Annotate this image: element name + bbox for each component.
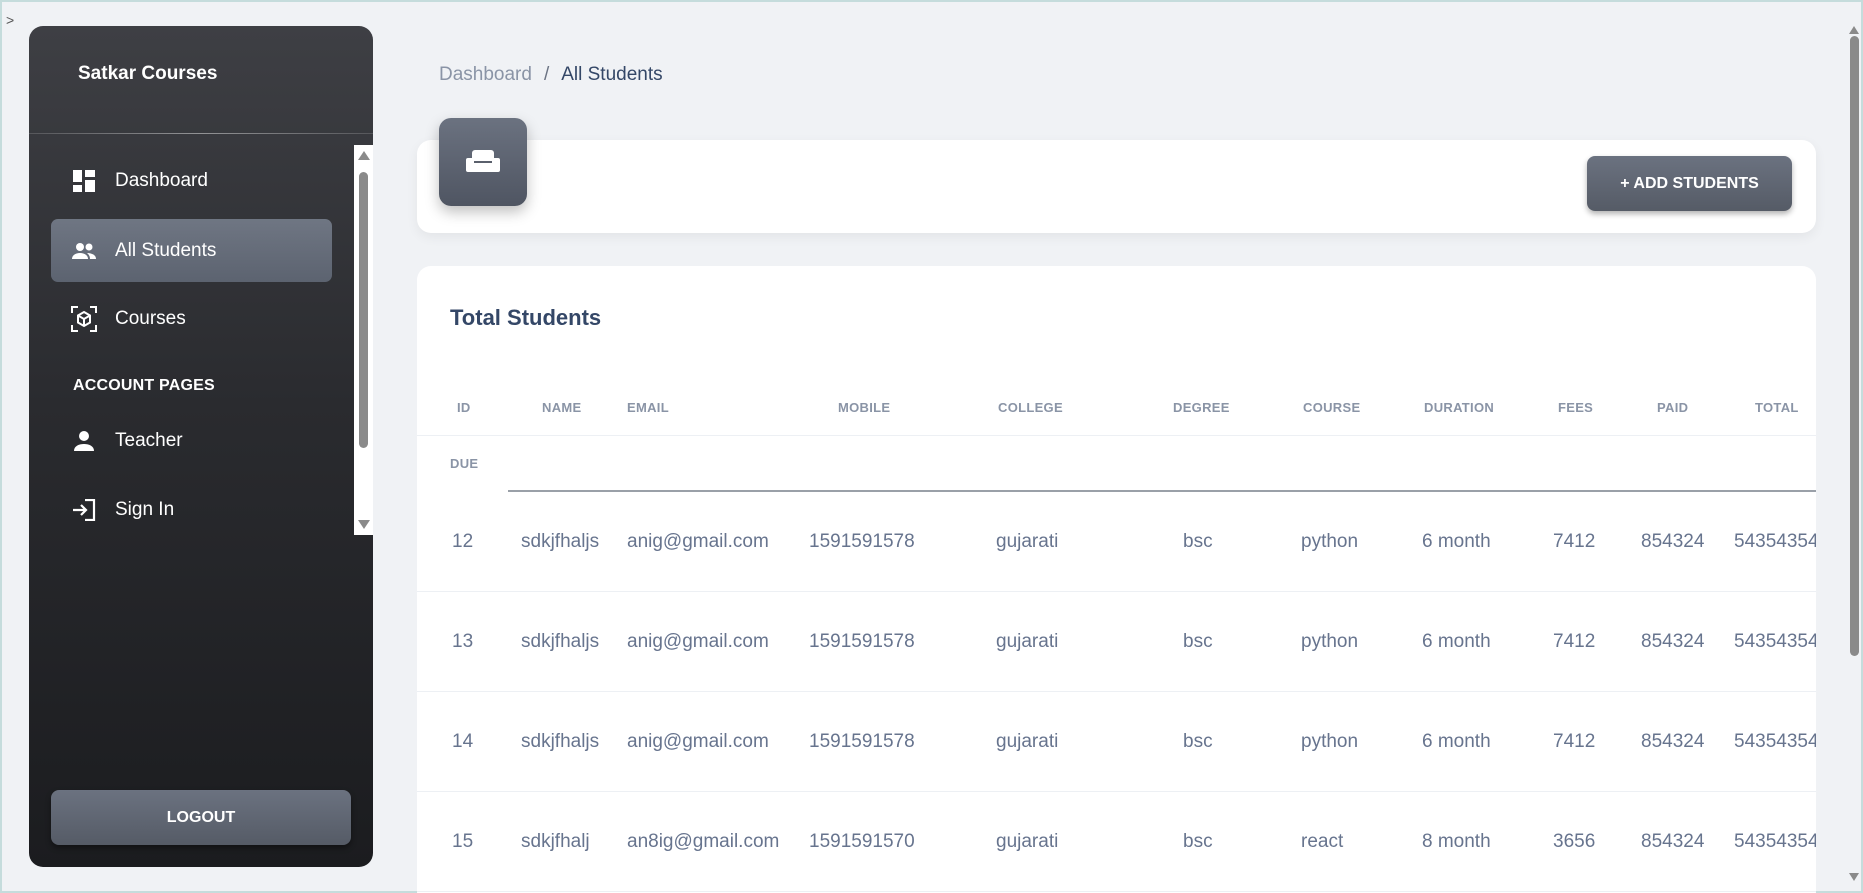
sidebar: Satkar Courses Dashboard All Students Co…	[29, 26, 373, 867]
column-header-duration: DURATION	[1424, 400, 1495, 415]
dashboard-icon	[71, 168, 97, 194]
cell-total: 54354354	[1734, 730, 1816, 752]
cell-id: 14	[452, 730, 474, 752]
corner-marker: >	[6, 12, 15, 28]
cell-mobile: 1591591578	[809, 730, 915, 752]
column-header-email: EMAIL	[627, 400, 669, 415]
cell-fees: 3656	[1553, 830, 1596, 852]
header-divider	[417, 435, 1816, 436]
column-header-course: COURSE	[1303, 400, 1361, 415]
column-header-college: COLLEGE	[998, 400, 1063, 415]
cell-degree: bsc	[1183, 830, 1213, 852]
sidebar-item-label: Sign In	[115, 498, 175, 520]
sidebar-item-dashboard[interactable]: Dashboard	[51, 149, 332, 212]
scrollbar-thumb[interactable]	[359, 172, 368, 448]
column-header-degree: DEGREE	[1173, 400, 1230, 415]
cell-mobile: 1591591570	[809, 830, 915, 852]
cell-duration: 6 month	[1422, 730, 1491, 752]
sidebar-item-label: Teacher	[115, 429, 183, 451]
cell-id: 12	[452, 530, 474, 552]
sidebar-scrollbar[interactable]	[354, 145, 373, 535]
column-header-name: NAME	[542, 400, 582, 415]
cell-college: gujarati	[996, 630, 1059, 652]
column-header-paid: PAID	[1657, 400, 1689, 415]
cell-email: anig@gmail.com	[627, 530, 769, 552]
cell-college: gujarati	[996, 830, 1059, 852]
section-title: ACCOUNT PAGES	[73, 377, 215, 394]
sidebar-item-label: Courses	[115, 307, 186, 329]
table-row[interactable]: 14 sdkjfhaljs anig@gmail.com 1591591578 …	[417, 692, 1816, 792]
sidebar-divider	[29, 133, 373, 134]
breadcrumb: Dashboard / All Students	[439, 64, 663, 86]
column-header-total: TOTAL	[1755, 400, 1799, 415]
sidebar-item-sign-in[interactable]: Sign In	[51, 478, 332, 541]
cell-degree: bsc	[1183, 730, 1213, 752]
cell-fees: 7412	[1553, 730, 1596, 752]
cell-fees: 7412	[1553, 530, 1596, 552]
table-title: Total Students	[450, 305, 602, 330]
people-icon	[71, 238, 97, 264]
column-header-id: ID	[457, 400, 471, 415]
cell-mobile: 1591591578	[809, 630, 915, 652]
sidebar-item-all-students[interactable]: All Students	[51, 219, 332, 282]
login-icon	[71, 497, 97, 523]
cube-icon	[71, 305, 97, 332]
couch-icon	[439, 118, 527, 206]
column-header-mobile: MOBILE	[838, 400, 891, 415]
cell-course: react	[1301, 830, 1344, 852]
cell-total: 54354354	[1734, 630, 1816, 652]
cell-duration: 8 month	[1422, 830, 1491, 852]
scroll-up-icon[interactable]	[1849, 26, 1859, 34]
cell-name: sdkjfhaljs	[521, 530, 600, 552]
cell-total: 54354354	[1734, 830, 1816, 852]
cell-fees: 7412	[1553, 630, 1596, 652]
breadcrumb-dashboard-link[interactable]: Dashboard	[439, 64, 532, 86]
cell-id: 13	[452, 630, 474, 652]
logout-button[interactable]: LOGOUT	[51, 790, 351, 845]
column-header-fees: FEES	[1558, 400, 1594, 415]
page-scrollbar[interactable]	[1847, 26, 1861, 881]
cell-email: anig@gmail.com	[627, 630, 769, 652]
cell-paid: 854324	[1641, 630, 1705, 652]
scroll-down-icon[interactable]	[358, 520, 370, 529]
cell-course: python	[1301, 730, 1359, 752]
column-header-due: DUE	[450, 456, 479, 471]
table-row[interactable]: 15 sdkjfhalj an8ig@gmail.com 1591591570 …	[417, 792, 1816, 892]
cell-college: gujarati	[996, 530, 1059, 552]
cell-name: sdkjfhaljs	[521, 730, 600, 752]
table-row[interactable]: 12 sdkjfhaljs anig@gmail.com 1591591578 …	[417, 492, 1816, 592]
cell-email: an8ig@gmail.com	[627, 830, 780, 852]
cell-id: 15	[452, 830, 474, 852]
add-students-button[interactable]: + ADD STUDENTS	[1587, 156, 1792, 211]
students-table-card: Total Students ID NAME EMAIL MOBILE COLL…	[417, 266, 1816, 893]
cell-degree: bsc	[1183, 530, 1213, 552]
cell-name: sdkjfhaljs	[521, 630, 600, 652]
brand-title: Satkar Courses	[78, 63, 218, 84]
person-icon	[71, 428, 97, 454]
cell-paid: 854324	[1641, 730, 1705, 752]
table-row[interactable]: 13 sdkjfhaljs anig@gmail.com 1591591578 …	[417, 592, 1816, 692]
breadcrumb-separator: /	[543, 64, 550, 85]
scroll-up-icon[interactable]	[358, 151, 370, 160]
cell-email: anig@gmail.com	[627, 730, 769, 752]
sidebar-item-label: All Students	[115, 239, 217, 261]
cell-paid: 854324	[1641, 830, 1705, 852]
scrollbar-thumb[interactable]	[1850, 36, 1859, 656]
sidebar-item-label: Dashboard	[115, 169, 208, 191]
cell-duration: 6 month	[1422, 530, 1491, 552]
breadcrumb-current: All Students	[561, 64, 663, 85]
cell-degree: bsc	[1183, 630, 1213, 652]
cell-college: gujarati	[996, 730, 1059, 752]
cell-mobile: 1591591578	[809, 530, 915, 552]
cell-course: python	[1301, 530, 1359, 552]
sidebar-item-courses[interactable]: Courses	[51, 287, 332, 350]
scroll-down-icon[interactable]	[1849, 873, 1859, 881]
cell-paid: 854324	[1641, 530, 1705, 552]
sidebar-item-teacher[interactable]: Teacher	[51, 409, 332, 472]
cell-total: 54354354	[1734, 530, 1816, 552]
cell-name: sdkjfhalj	[521, 830, 590, 852]
cell-duration: 6 month	[1422, 630, 1491, 652]
cell-course: python	[1301, 630, 1359, 652]
